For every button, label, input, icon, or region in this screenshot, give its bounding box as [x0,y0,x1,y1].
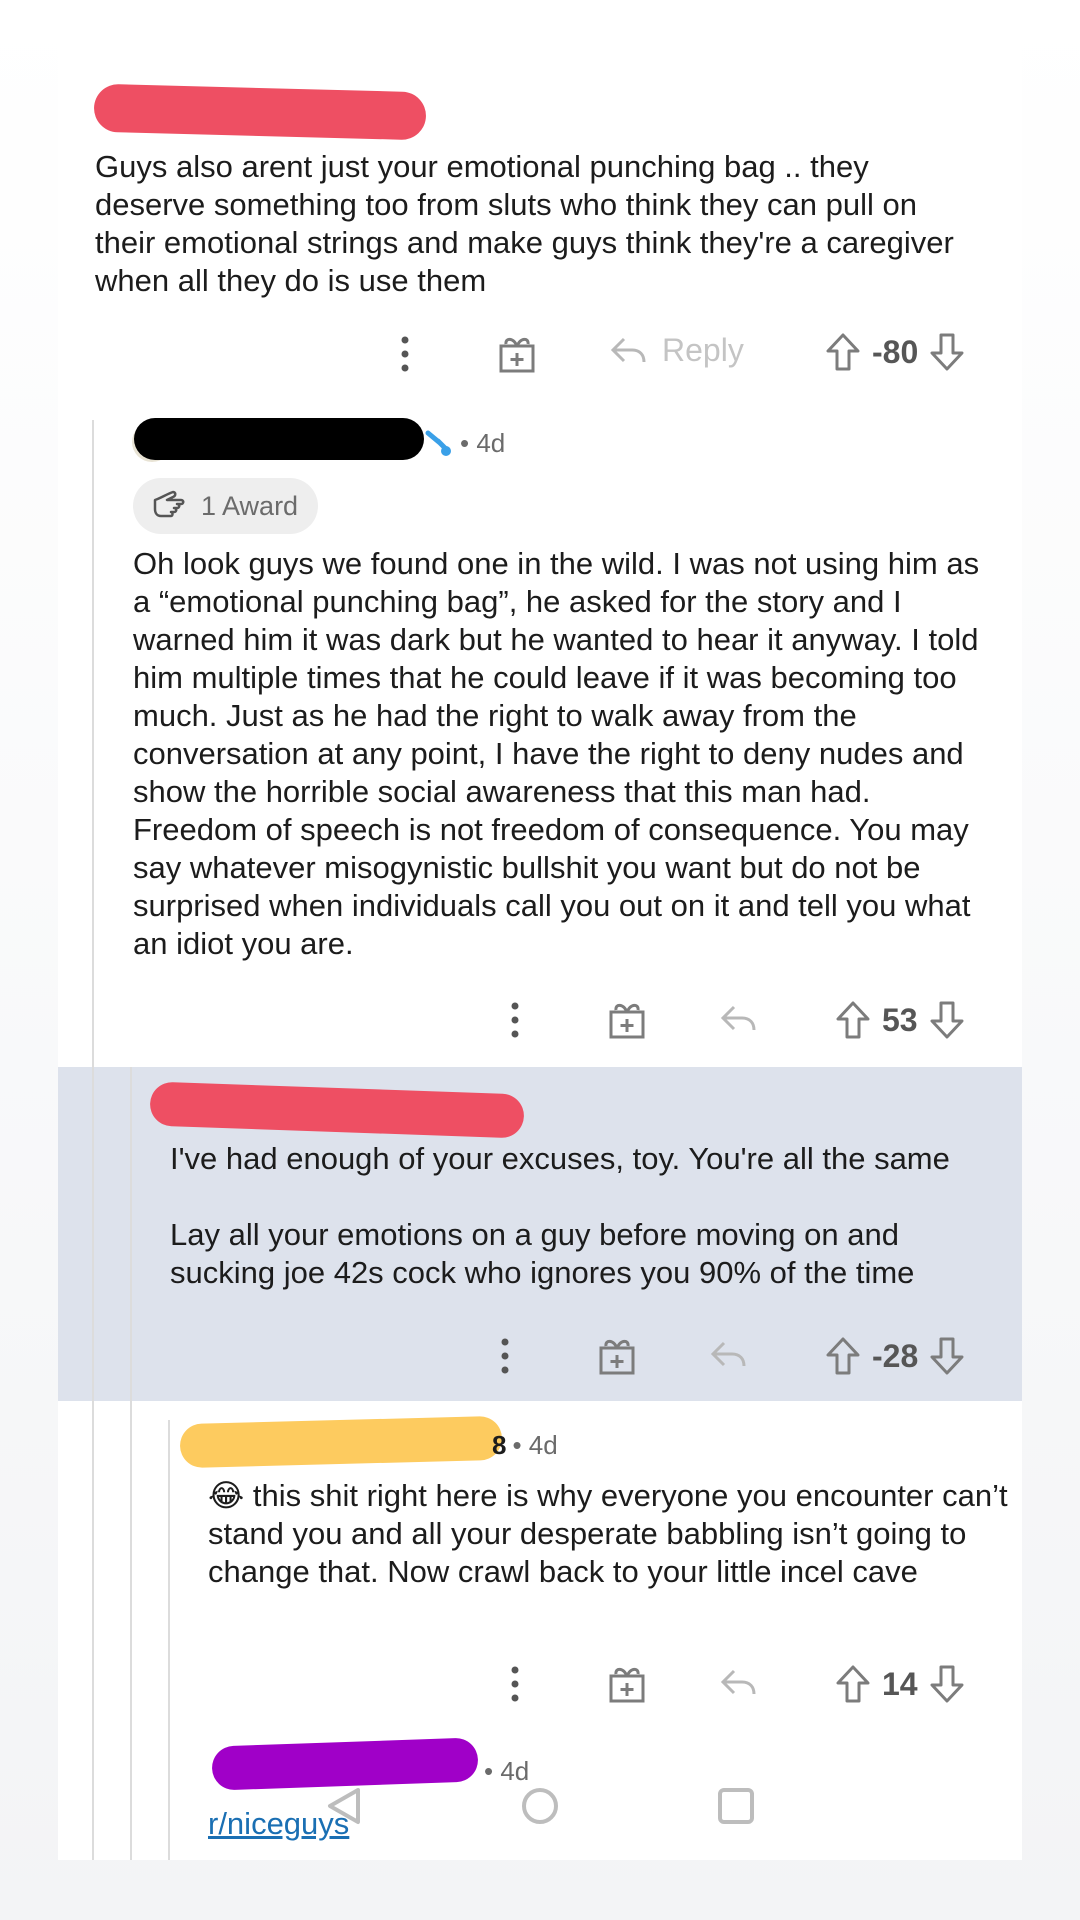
back-triangle-icon [328,1788,360,1824]
nav-recents-button[interactable] [716,1786,756,1831]
comment-age: • 4d [484,1756,530,1786]
comment-5: • 4d r/niceguys [0,0,1080,1860]
home-circle-icon [522,1788,558,1824]
nav-home-button[interactable] [520,1786,560,1831]
recents-square-icon [718,1788,754,1824]
nav-back-button[interactable] [324,1786,364,1831]
username-redaction [211,1737,479,1791]
comment-meta: • 4d [484,1756,529,1787]
